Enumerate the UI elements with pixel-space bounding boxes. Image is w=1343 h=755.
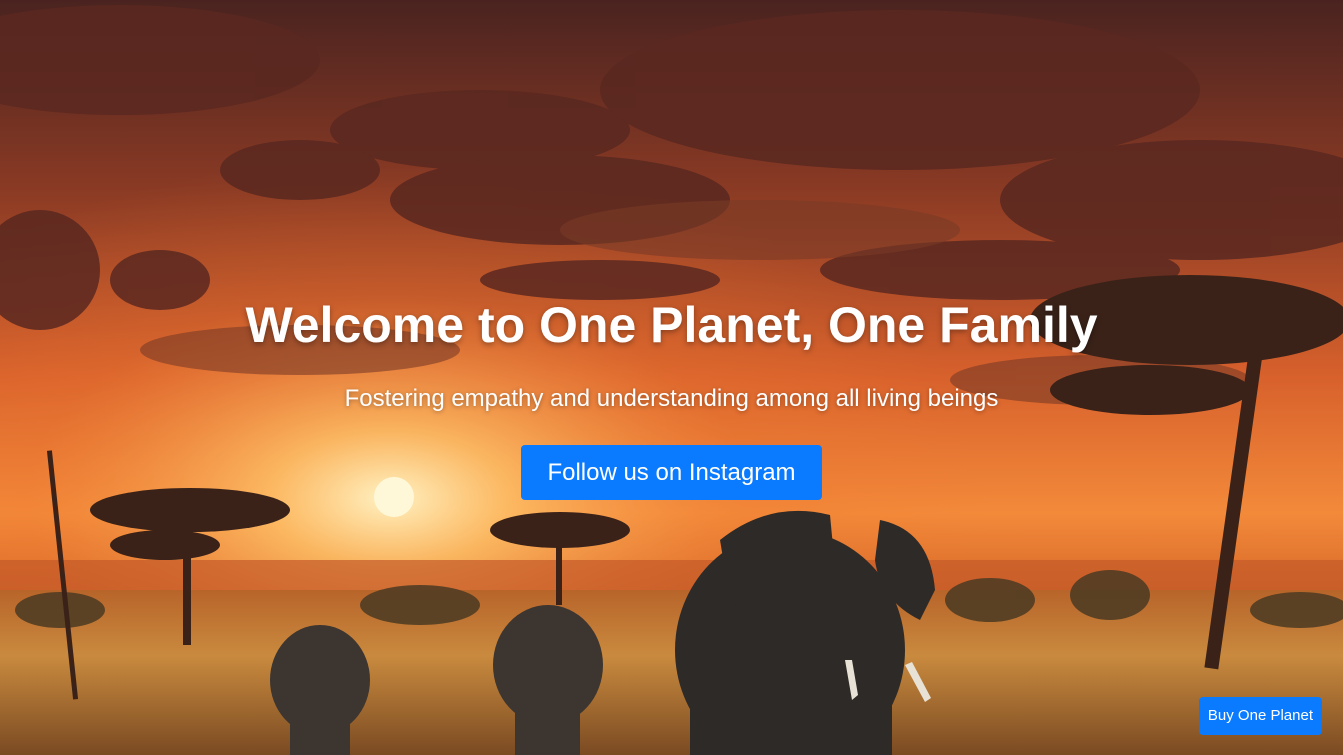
hero-subtitle: Fostering empathy and understanding amon… xyxy=(344,385,999,412)
hero-title: Welcome to One Planet, One Family xyxy=(245,297,1098,353)
follow-instagram-button[interactable]: Follow us on Instagram xyxy=(521,445,822,500)
hero-section: Welcome to One Planet, One Family Foster… xyxy=(0,0,1343,755)
buy-one-planet-button[interactable]: Buy One Planet xyxy=(1198,697,1322,735)
hero-content: Welcome to One Planet, One Family Foster… xyxy=(0,290,1343,500)
